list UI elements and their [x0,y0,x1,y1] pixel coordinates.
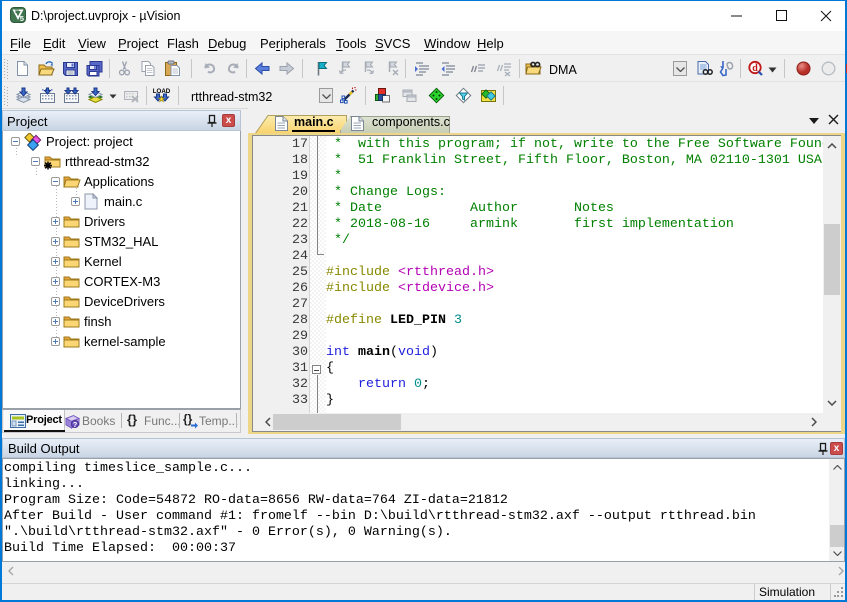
svg-text:d: d [752,63,758,74]
svg-text:?: ? [73,420,78,429]
svg-text:LOAD: LOAD [153,88,170,95]
svg-text:5: 5 [20,14,24,23]
